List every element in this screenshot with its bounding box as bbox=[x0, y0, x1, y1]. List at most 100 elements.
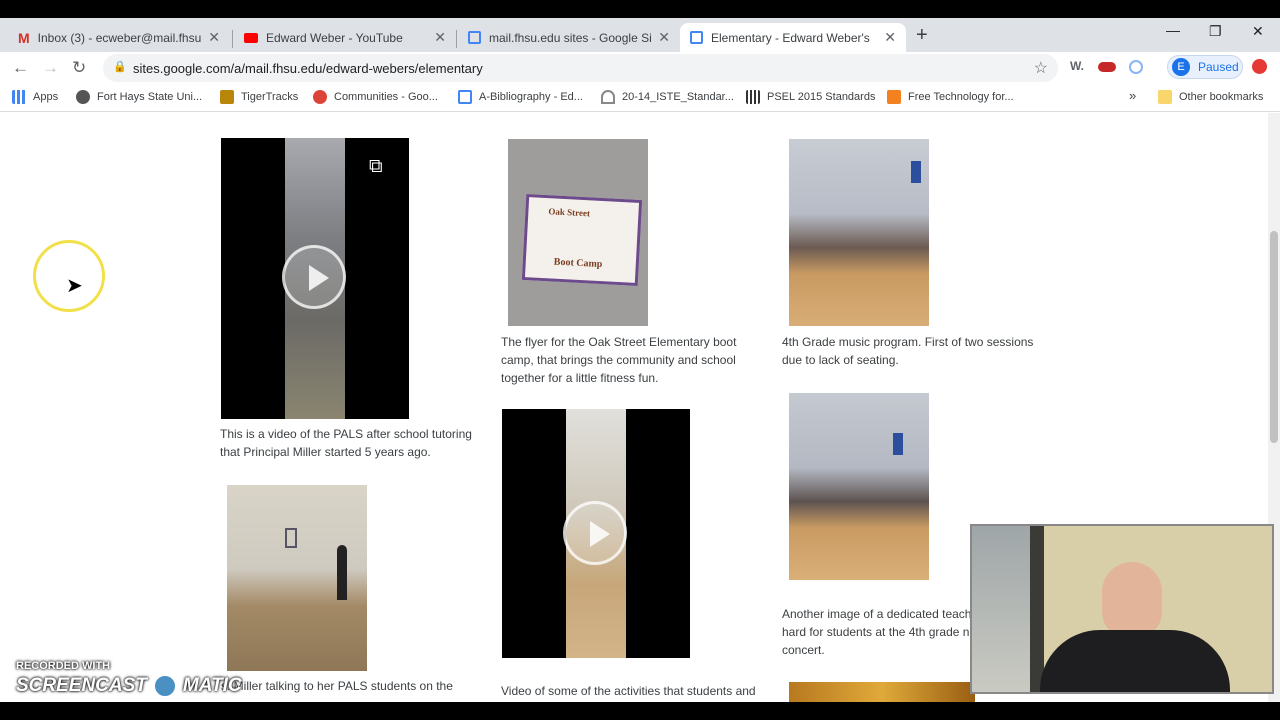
close-icon[interactable]: ✕ bbox=[434, 29, 446, 46]
globe-icon bbox=[76, 90, 90, 104]
video-player-activities[interactable] bbox=[502, 409, 690, 658]
tab-title: Elementary - Edward Weber's bbox=[711, 30, 870, 45]
screencast-logo-icon bbox=[150, 672, 179, 700]
bookmark-label: Apps bbox=[33, 91, 59, 103]
bookmarks-bar: Apps Fort Hays State Uni... TigerTracks … bbox=[0, 84, 1280, 112]
presenter-body bbox=[1040, 630, 1230, 692]
bookmark-tigertracks[interactable]: TigerTracks bbox=[220, 90, 298, 104]
apps-grid-icon bbox=[12, 90, 26, 104]
tab-inbox[interactable]: M Inbox (3) - ecweber@mail.fhsu.e ✕ bbox=[8, 23, 230, 52]
forward-button[interactable]: → bbox=[42, 58, 59, 78]
folder-icon bbox=[1158, 90, 1172, 104]
presenter-face bbox=[1102, 562, 1162, 638]
play-icon[interactable] bbox=[282, 245, 346, 309]
reload-button[interactable]: ↻ bbox=[72, 58, 86, 78]
google-plus-icon bbox=[313, 90, 327, 104]
address-bar[interactable]: 🔒 sites.google.com/a/mail.fhsu.edu/edwar… bbox=[103, 54, 1058, 82]
mouse-cursor-icon: ➤ bbox=[66, 275, 83, 297]
other-bookmarks[interactable]: Other bookmarks bbox=[1158, 90, 1263, 104]
open-external-icon[interactable]: ⧉ bbox=[369, 156, 383, 178]
bookmark-label: TigerTracks bbox=[241, 91, 299, 103]
wall-frame bbox=[285, 528, 297, 548]
blogger-icon bbox=[887, 90, 901, 104]
back-button[interactable]: ← bbox=[12, 58, 29, 78]
tiger-icon bbox=[220, 90, 234, 104]
profile-status: Paused bbox=[1198, 60, 1239, 74]
photo-music-program-2 bbox=[789, 393, 929, 580]
tab-elementary[interactable]: Elementary - Edward Weber's ✕ bbox=[680, 23, 906, 52]
extension-stop-icon[interactable] bbox=[1252, 59, 1267, 77]
extension-circle-icon[interactable] bbox=[1129, 60, 1143, 77]
bookmark-label: PSEL 2015 Standards bbox=[767, 91, 876, 103]
extension-eye-icon[interactable] bbox=[1098, 61, 1116, 75]
browser-toolbar: ← → ↻ 🔒 sites.google.com/a/mail.fhsu.edu… bbox=[0, 52, 1280, 84]
tab-title: Edward Weber - YouTube bbox=[266, 30, 403, 45]
bookmark-fhsu[interactable]: Fort Hays State Uni... bbox=[76, 90, 202, 104]
caption-activities: Video of some of the activities that stu… bbox=[501, 684, 756, 698]
url-text[interactable]: sites.google.com/a/mail.fhsu.edu/edward-… bbox=[133, 61, 483, 76]
bookmark-psel[interactable]: PSEL 2015 Standards bbox=[746, 90, 875, 104]
bookmarks-overflow-button[interactable]: » bbox=[1129, 88, 1136, 103]
scrollbar-thumb[interactable] bbox=[1270, 231, 1278, 443]
caption-pals-video: This is a video of the PALS after school… bbox=[220, 427, 472, 459]
youtube-icon bbox=[244, 32, 258, 43]
watermark-matic: MATIC bbox=[182, 675, 242, 696]
tab-separator bbox=[456, 30, 457, 48]
caption-music-program-2: Another image of a dedicated teach hard … bbox=[782, 607, 972, 657]
close-icon[interactable]: ✕ bbox=[658, 29, 670, 46]
restore-button[interactable]: ❐ bbox=[1209, 23, 1222, 40]
screencast-watermark: RECORDED WITH SCREENCAST MATIC bbox=[16, 660, 242, 700]
tab-strip: M Inbox (3) - ecweber@mail.fhsu.e ✕ Edwa… bbox=[0, 18, 1280, 52]
extension-w-icon[interactable]: W. bbox=[1070, 59, 1084, 73]
bookmark-free-technology[interactable]: Free Technology for... bbox=[887, 90, 1014, 104]
close-icon[interactable]: ✕ bbox=[208, 29, 220, 46]
book-icon bbox=[746, 90, 760, 104]
bookmark-star-icon[interactable]: ☆ bbox=[1034, 58, 1048, 78]
teacher-figure bbox=[337, 545, 347, 600]
caption-music-program-1: 4th Grade music program. First of two se… bbox=[782, 335, 1034, 367]
bookmark-communities[interactable]: Communities - Goo... bbox=[313, 90, 438, 104]
tab-google-sites[interactable]: mail.fhsu.edu sites - Google Sites ✕ bbox=[458, 23, 680, 52]
wall-banner bbox=[893, 433, 903, 455]
bookmark-bibliography[interactable]: A-Bibliography - Ed... bbox=[458, 90, 583, 104]
new-tab-button[interactable]: + bbox=[916, 24, 928, 47]
bookmark-label: Communities - Goo... bbox=[334, 91, 438, 103]
lock-icon: 🔒 bbox=[113, 61, 127, 73]
bookmark-label: 20-14_ISTE_Standar... bbox=[622, 91, 734, 103]
bookmark-apps[interactable]: Apps bbox=[12, 90, 58, 104]
caption-ms-miller: s. Miller talking to her PALS students o… bbox=[221, 679, 453, 693]
close-icon[interactable]: ✕ bbox=[884, 29, 896, 46]
google-sites-icon bbox=[458, 90, 472, 104]
tab-separator bbox=[232, 30, 233, 48]
flyer-title: Oak Street bbox=[548, 206, 591, 219]
flyer-subtitle: Boot Camp bbox=[553, 256, 603, 271]
bookmark-label: A-Bibliography - Ed... bbox=[479, 91, 583, 103]
photo-ms-miller bbox=[227, 485, 367, 671]
google-sites-icon bbox=[690, 31, 703, 44]
webcam-overlay bbox=[970, 524, 1274, 694]
minimize-button[interactable]: — bbox=[1166, 22, 1180, 38]
screen-bottom-border bbox=[0, 702, 1280, 720]
watermark-recorded-with: RECORDED WITH bbox=[16, 660, 111, 672]
profile-button[interactable]: E Paused bbox=[1167, 55, 1243, 79]
tab-title: mail.fhsu.edu sites - Google Sites bbox=[489, 30, 653, 45]
bookmark-label: Fort Hays State Uni... bbox=[97, 91, 203, 103]
watermark-screencast: SCREENCAST bbox=[16, 675, 147, 696]
gmail-icon: M bbox=[18, 29, 30, 46]
tab-youtube[interactable]: Edward Weber - YouTube ✕ bbox=[234, 23, 456, 52]
avatar: E bbox=[1172, 58, 1190, 76]
drive-icon bbox=[601, 90, 615, 104]
wall-banner bbox=[911, 161, 921, 183]
bookmark-label: Other bookmarks bbox=[1179, 91, 1264, 103]
bookmark-iste[interactable]: 20-14_ISTE_Standar... bbox=[601, 90, 734, 104]
window-frame bbox=[1030, 526, 1044, 692]
screen-top-border bbox=[0, 0, 1280, 18]
flyer-card: Oak Street Boot Camp bbox=[521, 194, 643, 286]
tab-title: Inbox (3) - ecweber@mail.fhsu.e bbox=[37, 30, 203, 45]
play-icon[interactable] bbox=[563, 501, 627, 565]
google-sites-icon bbox=[468, 31, 481, 44]
video-player-pals[interactable]: ⧉ bbox=[221, 138, 409, 419]
bookmark-label: Free Technology for... bbox=[908, 91, 1014, 103]
photo-music-program-1 bbox=[789, 139, 929, 326]
close-window-button[interactable]: ✕ bbox=[1252, 23, 1264, 40]
